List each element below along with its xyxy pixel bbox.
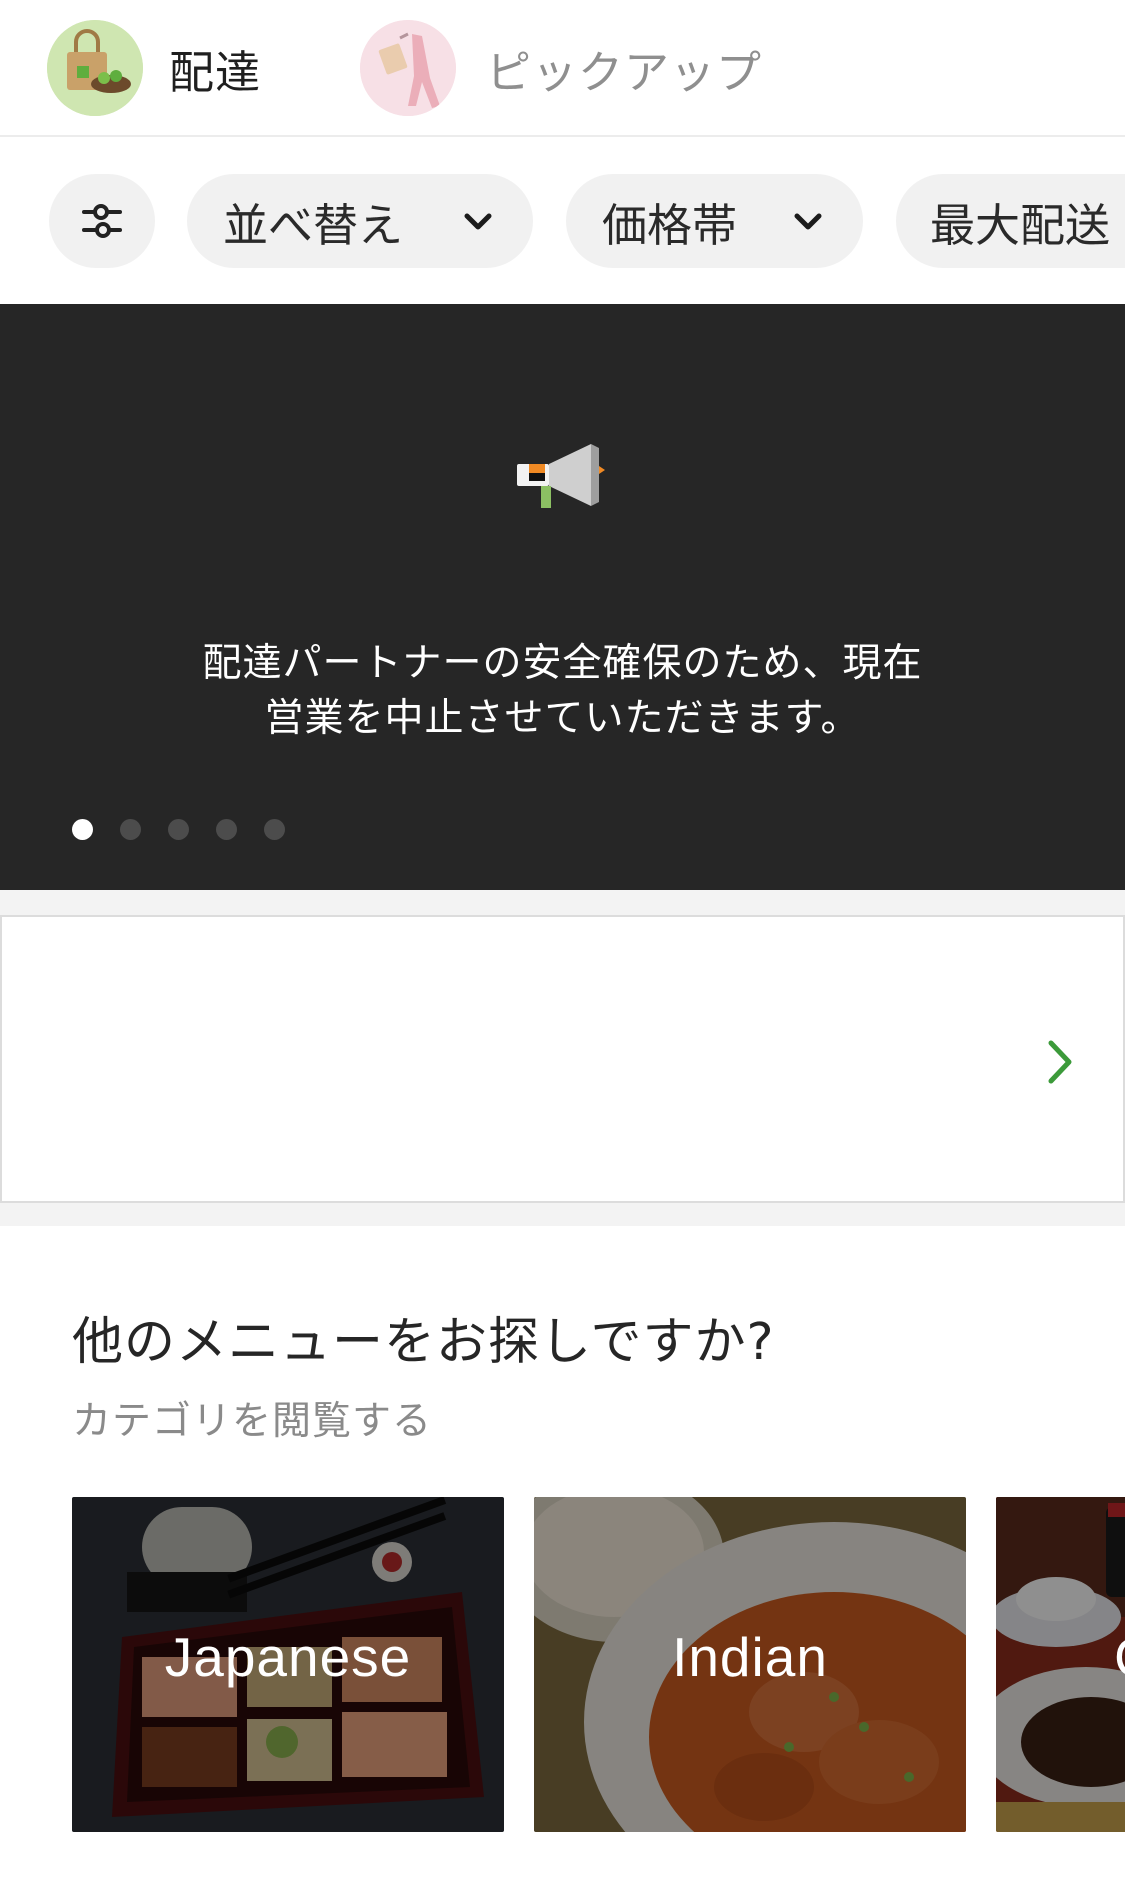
sort-dropdown[interactable]: 並べ替え xyxy=(187,174,533,268)
tab-pickup[interactable]: ピックアップ xyxy=(360,18,762,118)
carousel-dot[interactable] xyxy=(264,819,285,840)
category-card-japanese[interactable]: Japanese xyxy=(72,1497,504,1832)
carousel-page-indicator xyxy=(72,819,312,840)
mode-tab-bar: 配達 ピックアップ xyxy=(0,0,1125,137)
price-range-dropdown[interactable]: 価格帯 xyxy=(566,174,863,268)
sliders-icon xyxy=(82,204,122,238)
category-card-chinese[interactable]: C xyxy=(996,1497,1125,1832)
sort-dropdown-label: 並べ替え xyxy=(223,198,404,252)
category-card-indian[interactable]: Indian xyxy=(534,1497,966,1832)
announcement-message: 配達パートナーの安全確保のため、現在 営業を中止させていただきます。 xyxy=(0,636,1125,746)
announcement-line-2: 営業を中止させていただきます。 xyxy=(264,696,861,741)
tab-delivery[interactable]: 配達 xyxy=(47,18,261,118)
carousel-dot[interactable] xyxy=(168,819,189,840)
category-section: 他のメニューをお探しですか? カテゴリを閲覧する Japanese Indian xyxy=(0,1226,1125,1903)
chevron-down-icon xyxy=(464,213,492,230)
category-label: C xyxy=(1114,1625,1125,1689)
filter-chip-row: 並べ替え 価格帯 最大配送 xyxy=(0,138,1125,304)
tab-pickup-label: ピックアップ xyxy=(486,45,763,99)
category-section-title: 他のメニューをお探しですか? xyxy=(72,1313,775,1372)
delivery-bag-icon xyxy=(47,20,143,116)
megaphone-icon xyxy=(517,444,605,508)
announcement-carousel[interactable]: 配達パートナーの安全確保のため、現在 営業を中止させていただきます。 xyxy=(0,304,1125,890)
pickup-walker-icon xyxy=(360,20,456,116)
restaurant-feed-screen: 配達 ピックアップ 並べ替え 価格帯 最大配送 配達パートナーの安全確保のため、… xyxy=(0,0,1125,1903)
category-label: Indian xyxy=(672,1626,828,1688)
carousel-dot[interactable] xyxy=(72,819,93,840)
carousel-dot[interactable] xyxy=(216,819,237,840)
filter-settings-button[interactable] xyxy=(49,174,155,268)
promo-card[interactable] xyxy=(0,915,1125,1203)
carousel-dot[interactable] xyxy=(120,819,141,840)
max-delivery-fee-label: 最大配送 xyxy=(930,198,1111,252)
tab-delivery-label: 配達 xyxy=(169,45,262,99)
category-card-overlay xyxy=(996,1497,1125,1832)
category-label: Japanese xyxy=(164,1626,412,1688)
chevron-down-icon xyxy=(794,213,822,230)
category-section-subtitle: カテゴリを閲覧する xyxy=(72,1399,433,1444)
chevron-right-icon xyxy=(1048,1040,1072,1084)
max-delivery-fee-dropdown[interactable]: 最大配送 xyxy=(896,174,1125,268)
price-range-label: 価格帯 xyxy=(602,198,738,252)
announcement-line-1: 配達パートナーの安全確保のため、現在 xyxy=(202,641,923,686)
